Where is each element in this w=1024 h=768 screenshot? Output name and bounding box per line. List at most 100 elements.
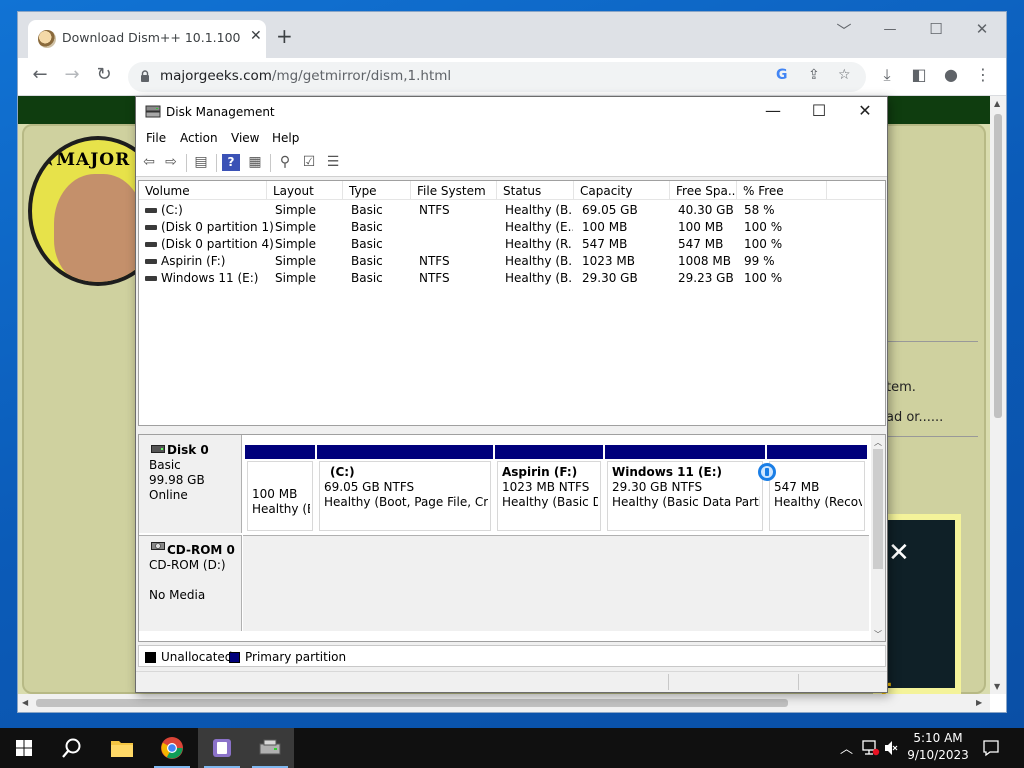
scroll-down-icon[interactable]: ﹀: [874, 629, 882, 640]
taskbar-file-explorer[interactable]: [98, 728, 146, 768]
scroll-up-icon[interactable]: ︿: [874, 437, 882, 448]
network-icon[interactable]: [862, 740, 880, 756]
volume-muted-icon[interactable]: [884, 740, 898, 756]
disk-management-icon: [259, 739, 281, 755]
back-arrow-icon[interactable]: ⇦: [140, 154, 158, 171]
scroll-down-icon[interactable]: ▼: [994, 682, 1000, 691]
volume-row[interactable]: (Disk 0 partition 1) Simple Basic Health…: [139, 219, 885, 236]
menu-action[interactable]: Action: [180, 131, 218, 145]
volume-row[interactable]: (C:) Simple Basic NTFS Healthy (B... 69.…: [139, 202, 885, 219]
cell-percent-free: 58 %: [744, 203, 775, 217]
disk-0-label[interactable]: Disk 0 Basic 99.98 GB Online: [139, 435, 242, 533]
scroll-right-icon[interactable]: ▶: [976, 698, 982, 707]
taskbar-app[interactable]: [198, 728, 246, 768]
settings-list-icon[interactable]: ☰: [324, 154, 342, 171]
scroll-up-icon[interactable]: ▲: [994, 99, 1000, 108]
column-capacity[interactable]: Capacity: [574, 181, 670, 200]
scroll-thumb[interactable]: [36, 699, 788, 707]
partition-recovery[interactable]: 547 MB Healthy (Recovery Partition): [767, 445, 867, 531]
scroll-thumb[interactable]: [873, 449, 883, 569]
cdrom-0-label[interactable]: CD-ROM 0 CD-ROM (D:) No Media: [139, 535, 242, 631]
address-bar[interactable]: majorgeeks.com/mg/getmirror/dism,1.html …: [128, 62, 866, 92]
cell-layout: Simple: [275, 254, 316, 268]
partition-size: 100 MB: [252, 487, 298, 501]
partition-efi[interactable]: 100 MB Healthy (EFI System Partition): [245, 445, 315, 531]
cell-type: Basic: [351, 220, 383, 234]
browser-close-button[interactable]: ✕: [970, 20, 994, 38]
taskbar-chrome[interactable]: [148, 728, 196, 768]
notifications-icon[interactable]: [982, 739, 1000, 757]
back-arrow-icon[interactable]: ←: [28, 64, 52, 85]
partition-name: (C:): [330, 465, 355, 479]
help-icon[interactable]: ?: [222, 154, 240, 171]
check-icon[interactable]: ☑: [300, 154, 318, 171]
partition-c[interactable]: (C:) 69.05 GB NTFS Healthy (Boot, Page F…: [317, 445, 493, 531]
forward-arrow-icon[interactable]: ⇨: [162, 154, 180, 171]
partition-aspirin[interactable]: Aspirin (F:) 1023 MB NTFS Healthy (Basic…: [495, 445, 603, 531]
reload-icon[interactable]: ↻: [92, 64, 116, 85]
volume-row[interactable]: Aspirin (F:) Simple Basic NTFS Healthy (…: [139, 253, 885, 270]
browser-maximize-button[interactable]: ☐: [924, 20, 948, 38]
column-volume[interactable]: Volume: [139, 181, 267, 200]
scroll-left-icon[interactable]: ◀: [22, 698, 28, 707]
properties-icon[interactable]: ▦: [246, 154, 264, 171]
cell-percent-free: 99 %: [744, 254, 775, 268]
column-free-space[interactable]: Free Spa...: [670, 181, 737, 200]
show-hidden-icons-chevron-icon[interactable]: ︿: [840, 738, 853, 757]
new-tab-button[interactable]: +: [276, 24, 293, 48]
cdrom-empty-area[interactable]: [243, 535, 869, 631]
disk-size: 99.98 GB: [149, 473, 205, 487]
dm-minimize-button[interactable]: —: [753, 101, 793, 123]
menu-file[interactable]: File: [146, 131, 166, 145]
ad-close-icon[interactable]: ✕: [888, 538, 910, 568]
drive-icon: [145, 225, 157, 230]
page-divider: [888, 341, 978, 342]
cell-file-system: NTFS: [419, 254, 450, 268]
cell-percent-free: 100 %: [744, 220, 783, 234]
dm-close-button[interactable]: ✕: [845, 101, 885, 123]
profile-avatar-icon[interactable]: ●: [940, 65, 962, 84]
browser-tab[interactable]: Download Dism++ 10.1.1002.2 / ✕: [28, 20, 266, 58]
legend-primary-partition: Primary partition: [245, 650, 347, 664]
cell-status: Healthy (B...: [505, 203, 573, 217]
unallocated-swatch: [145, 652, 156, 663]
clock-time[interactable]: 5:10 AM: [898, 731, 978, 745]
menu-view[interactable]: View: [231, 131, 259, 145]
column-file-system[interactable]: File System: [411, 181, 497, 200]
dm-titlebar[interactable]: Disk Management — ☐ ✕: [136, 97, 887, 127]
google-translate-icon[interactable]: G: [776, 67, 788, 83]
tab-search-icon[interactable]: ﹀: [832, 20, 856, 41]
cell-type: Basic: [351, 254, 383, 268]
graph-vertical-scrollbar[interactable]: ︿ ﹀: [871, 435, 885, 641]
column-status[interactable]: Status: [497, 181, 574, 200]
show-hide-console-tree-icon[interactable]: ▤: [192, 154, 210, 171]
column-percent-free[interactable]: % Free: [737, 181, 827, 200]
connect-icon[interactable]: ⚲: [276, 154, 294, 171]
start-button[interactable]: [0, 728, 48, 768]
browser-minimize-button[interactable]: —: [878, 22, 902, 37]
pane-splitter[interactable]: [136, 427, 887, 433]
volume-row[interactable]: (Disk 0 partition 4) Simple Basic Health…: [139, 236, 885, 253]
volume-row[interactable]: Windows 11 (E:) Simple Basic NTFS Health…: [139, 270, 885, 287]
clock-date[interactable]: 9/10/2023: [898, 748, 978, 762]
column-layout[interactable]: Layout: [267, 181, 343, 200]
partition-body: 100 MB Healthy (EFI System Partition): [247, 461, 313, 531]
scroll-thumb[interactable]: [994, 114, 1002, 418]
page-horizontal-scrollbar[interactable]: ◀ ▶: [18, 694, 990, 712]
side-panel-icon[interactable]: ◧: [908, 65, 930, 84]
share-icon[interactable]: ⇪: [808, 67, 820, 83]
disk-type: Basic: [149, 458, 181, 472]
bookmark-star-icon[interactable]: ☆: [838, 67, 851, 83]
tab-close-icon[interactable]: ✕: [250, 28, 262, 44]
browser-menu-icon[interactable]: ⋮: [972, 65, 994, 84]
partition-body: 547 MB Healthy (Recovery Partition): [769, 461, 865, 531]
menu-help[interactable]: Help: [272, 131, 299, 145]
partition-windows-11[interactable]: Windows 11 (E:) 29.30 GB NTFS Healthy (B…: [605, 445, 765, 531]
column-type[interactable]: Type: [343, 181, 411, 200]
forward-arrow-icon[interactable]: →: [60, 64, 84, 85]
dm-maximize-button[interactable]: ☐: [799, 101, 839, 123]
downloads-icon[interactable]: ⤓: [876, 65, 898, 85]
page-vertical-scrollbar[interactable]: ▲ ▼: [990, 96, 1006, 694]
search-button[interactable]: [48, 728, 96, 768]
taskbar-disk-management[interactable]: [246, 728, 294, 768]
